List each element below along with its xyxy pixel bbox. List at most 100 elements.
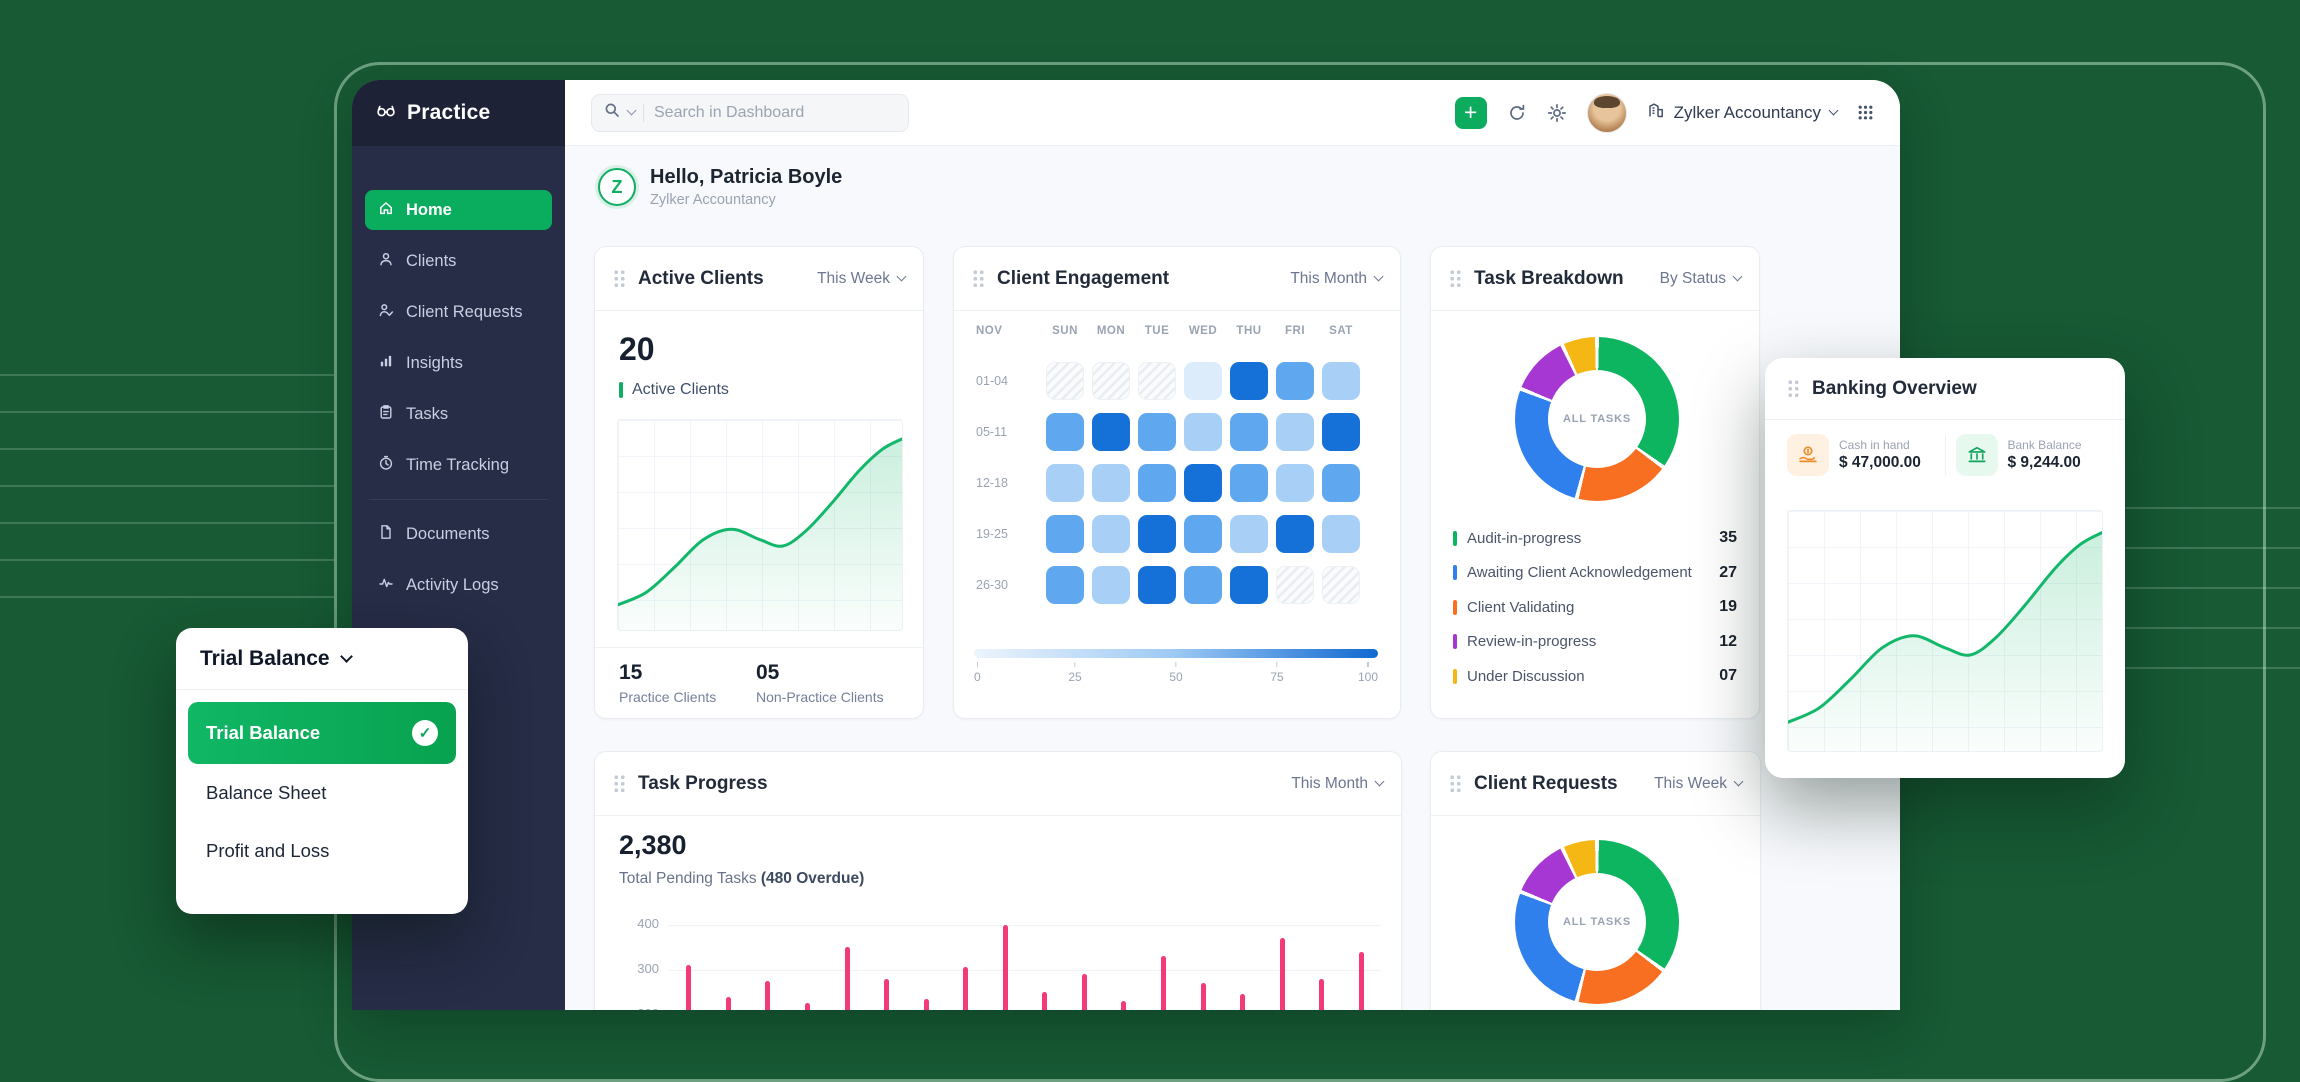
check-icon: ✓ (412, 720, 438, 746)
sidebar-item-insights[interactable]: Insights (365, 343, 552, 383)
drag-handle-icon[interactable] (613, 269, 626, 288)
activity-icon (378, 575, 394, 596)
task-progress-bar (765, 981, 770, 1010)
refresh-icon[interactable] (1507, 103, 1527, 123)
sidebar-item-client-requests[interactable]: Client Requests (365, 292, 552, 332)
sidebar-item-time-tracking[interactable]: Time Tracking (365, 445, 552, 485)
card-header: Client Requests This Week (1431, 752, 1760, 816)
card-header: Task Progress This Month (595, 752, 1401, 816)
task-progress-bar (726, 997, 731, 1011)
heatmap-cell (1092, 464, 1130, 502)
option-balance-sheet[interactable]: Balance Sheet (188, 764, 456, 822)
search-scope-chevron-icon[interactable] (627, 106, 637, 116)
option-profit-and-loss[interactable]: Profit and Loss (188, 822, 456, 880)
tasks-icon (378, 404, 394, 425)
task-progress-card: Task Progress This Month 2,380 Total Pen… (594, 751, 1402, 1010)
heatmap-cell (1276, 515, 1314, 553)
task-progress-bar (924, 999, 929, 1010)
drag-handle-icon[interactable] (972, 269, 985, 288)
decor-stripe (0, 522, 334, 524)
drag-handle-icon[interactable] (1449, 774, 1462, 793)
org-building-icon (1647, 101, 1665, 124)
apps-grid-icon[interactable] (1857, 104, 1874, 121)
sidebar-item-tasks[interactable]: Tasks (365, 394, 552, 434)
range-dropdown[interactable]: This Week (1654, 775, 1742, 793)
legend-row: Review-in-progress12 (1453, 625, 1737, 660)
heatmap-cell (1230, 464, 1268, 502)
sidebar-item-activity-logs[interactable]: Activity Logs (365, 565, 552, 605)
drag-handle-icon[interactable] (1787, 379, 1800, 398)
heatmap-cell (1322, 515, 1360, 553)
heatmap-cell (1138, 362, 1176, 400)
heatmap-row-label: 01-04 (974, 374, 1008, 388)
add-button[interactable]: + (1455, 97, 1487, 129)
report-dropdown-options: Trial Balance ✓ Balance Sheet Profit and… (176, 690, 468, 892)
task-breakdown-card: Task Breakdown By Status ALL TASKS Audit… (1430, 246, 1760, 719)
heatmap-cell (1138, 566, 1176, 604)
task-progress-bar (1161, 956, 1166, 1010)
search-field[interactable] (652, 103, 852, 123)
heatmap-cell (1046, 362, 1084, 400)
banking-stats: Cash in hand $ 47,000.00 Bank Balance $ … (1787, 434, 2103, 476)
card-title: Client Requests (1474, 773, 1618, 795)
heatmap-cell (1092, 362, 1130, 400)
heatmap-cell (1046, 566, 1084, 604)
heatmap-cell (1322, 566, 1360, 604)
y-axis: 400 300 200 (613, 902, 659, 1010)
task-progress-bar (1240, 994, 1245, 1010)
home-icon (378, 200, 394, 221)
task-breakdown-donut-chart: ALL TASKS (1515, 337, 1679, 501)
chevron-down-icon (1733, 272, 1743, 282)
pending-tasks-total: 2,380 (619, 830, 687, 861)
heatmap-month-label: NOV (974, 325, 1002, 337)
documents-icon (378, 524, 394, 545)
sidebar-item-home[interactable]: Home (365, 190, 552, 230)
clock-icon (378, 455, 394, 476)
heatmap-cell (1046, 464, 1084, 502)
range-dropdown[interactable]: This Month (1291, 775, 1383, 793)
report-dropdown-header[interactable]: Trial Balance (176, 628, 468, 690)
pending-tasks-subtitle: Total Pending Tasks (480 Overdue) (619, 870, 864, 888)
option-trial-balance[interactable]: Trial Balance ✓ (188, 702, 456, 764)
gridline (669, 970, 1381, 971)
heatmap-day-header: THU (1236, 325, 1261, 337)
task-breakdown-legend: Audit-in-progress35 Awaiting Client Ackn… (1453, 521, 1737, 694)
search-input[interactable] (591, 94, 909, 132)
drag-handle-icon[interactable] (613, 774, 626, 793)
decor-stripe (0, 596, 334, 598)
heatmap-cell (1276, 566, 1314, 604)
status-dropdown[interactable]: By Status (1660, 270, 1741, 288)
sidebar-item-label: Client Requests (406, 303, 522, 322)
card-title: Active Clients (638, 268, 764, 290)
divider (1945, 435, 1946, 475)
search-icon (604, 102, 620, 123)
decor-stripe (0, 411, 334, 413)
heatmap-row-label: 12-18 (974, 476, 1008, 490)
report-dropdown: Trial Balance Trial Balance ✓ Balance Sh… (176, 628, 468, 914)
heatmap-cell (1184, 464, 1222, 502)
org-chevron-icon (1829, 106, 1839, 116)
sidebar-item-clients[interactable]: Clients (365, 241, 552, 281)
org-switcher[interactable]: Zylker Accountancy (1647, 101, 1837, 124)
legend-tick (619, 382, 623, 398)
banking-overview-card: Banking Overview Cash in hand $ 47,000.0… (1765, 358, 2125, 778)
heatmap-cell (1230, 413, 1268, 451)
sidebar-item-documents[interactable]: Documents (365, 514, 552, 554)
range-dropdown[interactable]: This Month (1290, 270, 1382, 288)
range-dropdown[interactable]: This Week (817, 270, 905, 288)
heatmap-cell (1184, 413, 1222, 451)
settings-gear-icon[interactable] (1547, 103, 1567, 123)
drag-handle-icon[interactable] (1449, 269, 1462, 288)
heatmap-row-label: 19-25 (974, 527, 1008, 541)
legend-row: Under Discussion07 (1453, 659, 1737, 694)
heatmap-cell (1276, 464, 1314, 502)
heatmap-row-label: 05-11 (974, 425, 1007, 439)
heatmap-day-header: FRI (1285, 325, 1305, 337)
heatmap-cell (1230, 515, 1268, 553)
task-progress-bar (1042, 992, 1047, 1010)
user-avatar[interactable] (1587, 93, 1627, 133)
sidebar-item-label: Tasks (406, 405, 448, 424)
bank-balance-stat: Bank Balance $ 9,244.00 (1956, 434, 2104, 476)
card-title: Client Engagement (997, 268, 1169, 290)
heatmap-scale-bar (974, 649, 1378, 658)
